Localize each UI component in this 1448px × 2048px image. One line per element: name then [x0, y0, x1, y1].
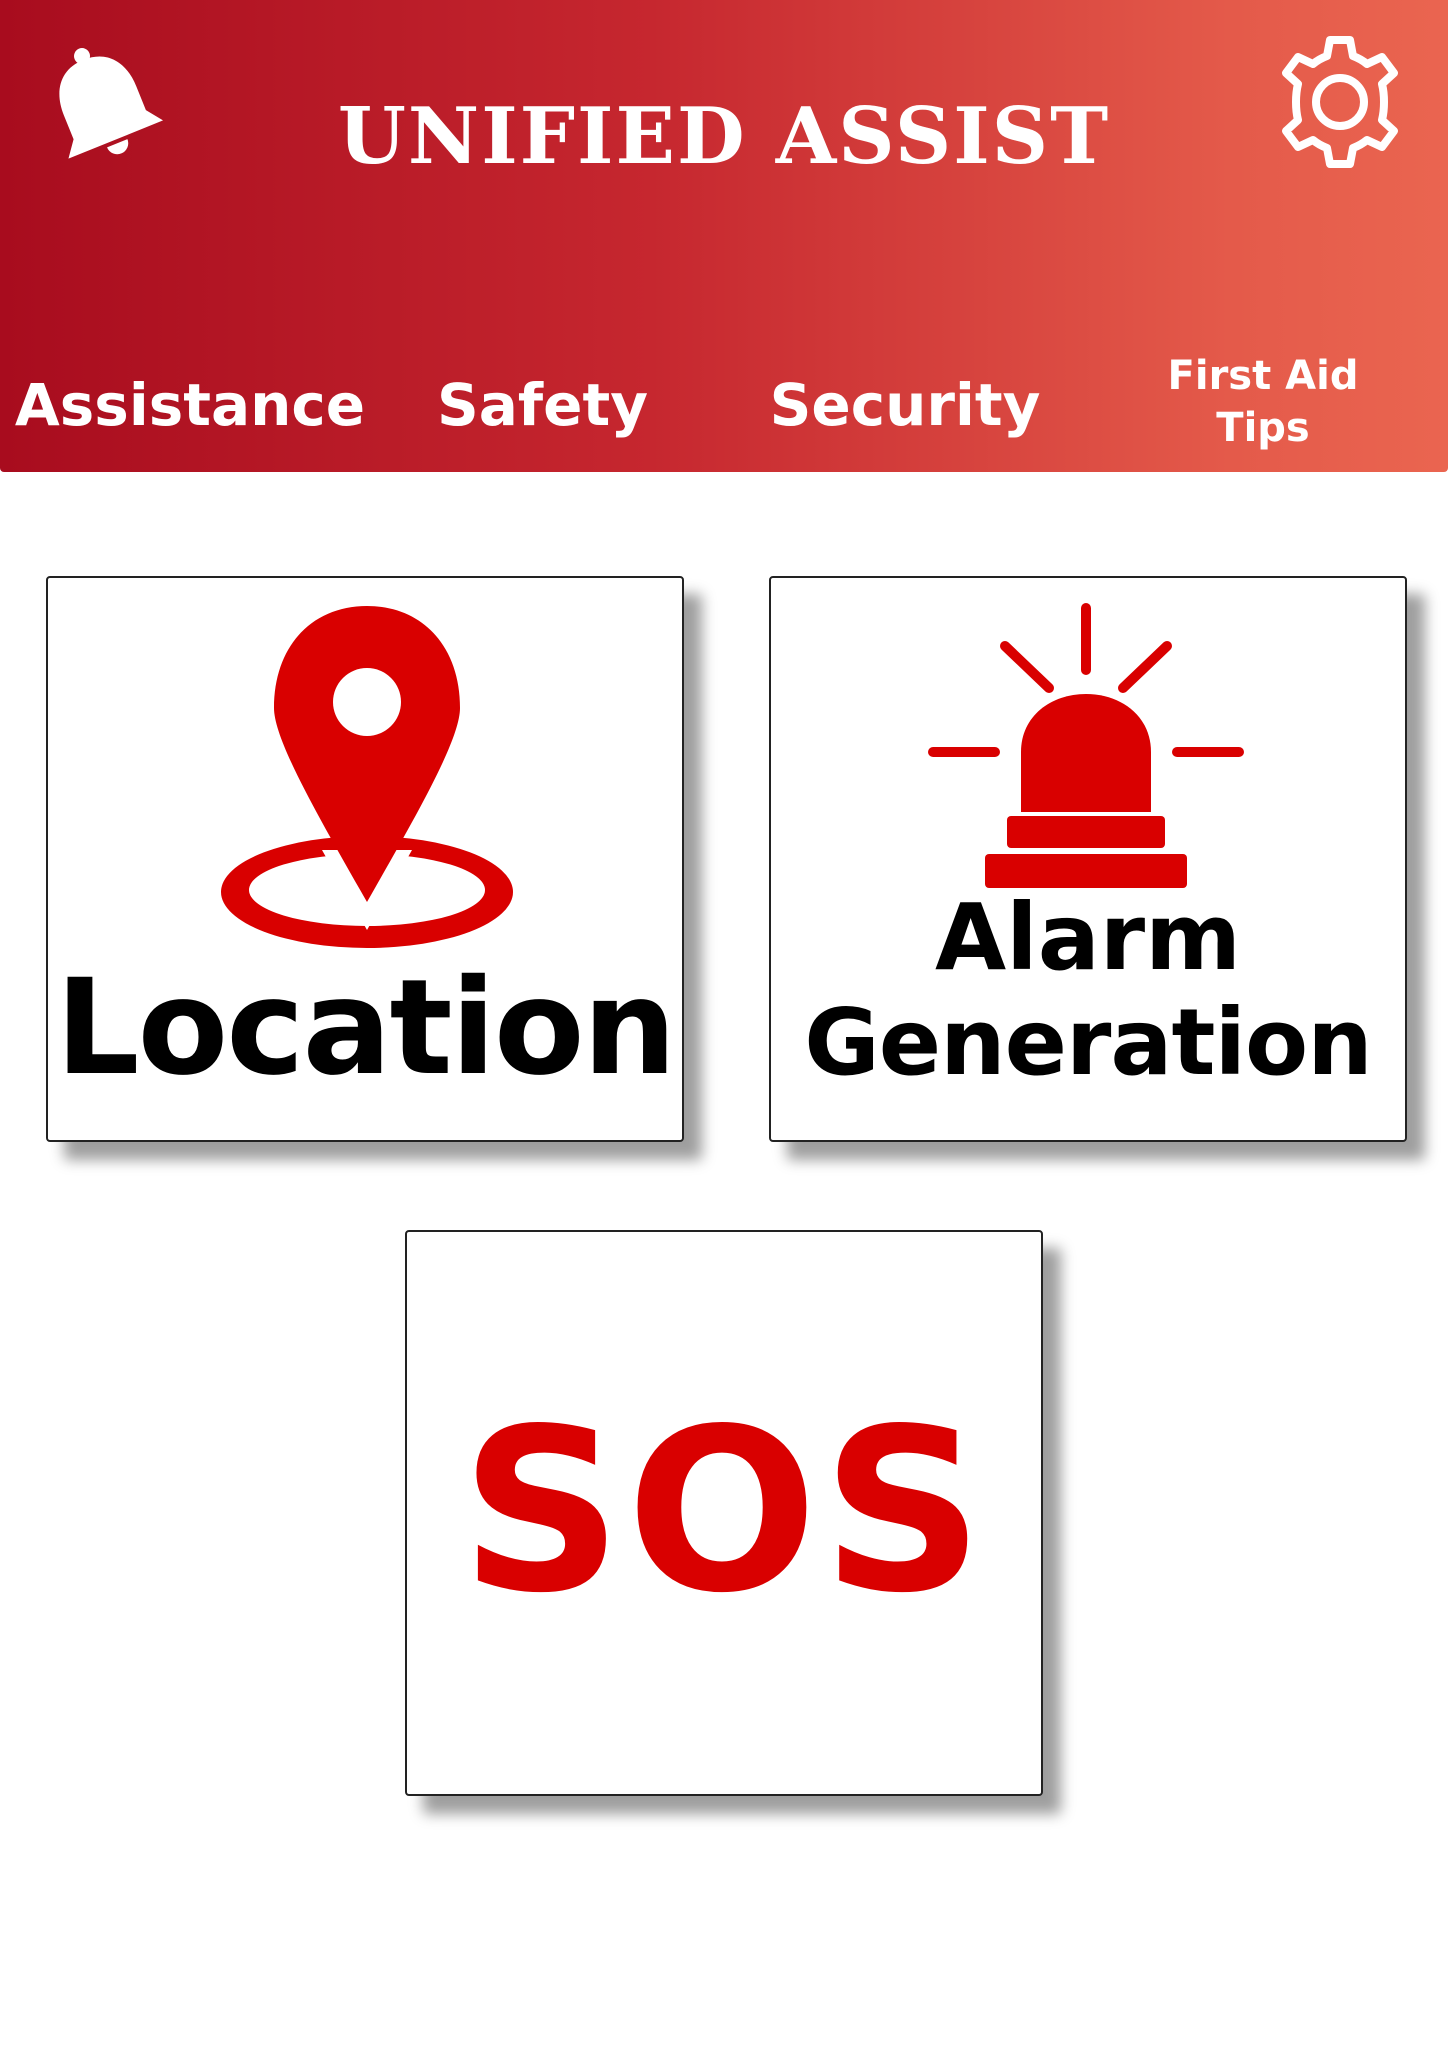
tab-first-aid-tips[interactable]: First Aid Tips — [1138, 350, 1388, 454]
app-title: UNIFIED ASSIST — [337, 91, 1111, 182]
app-header: UNIFIED ASSIST Assistance Safety Securit… — [0, 0, 1448, 472]
alarm-label-line1: Alarm — [934, 884, 1242, 991]
gear-icon[interactable] — [1268, 30, 1412, 174]
tab-safety[interactable]: Safety — [420, 370, 665, 440]
sos-label: SOS — [460, 1381, 988, 1643]
location-label: Location — [55, 951, 676, 1105]
bell-icon[interactable] — [38, 38, 168, 168]
tab-security[interactable]: Security — [755, 370, 1055, 440]
location-pin-icon — [221, 606, 513, 948]
alarm-label-line2: Generation — [804, 989, 1372, 1096]
siren-icon — [928, 603, 1244, 888]
app-screen: UNIFIED ASSIST Assistance Safety Securit… — [0, 0, 1448, 2048]
tab-assistance[interactable]: Assistance — [10, 370, 370, 440]
location-tile[interactable]: Location — [46, 576, 684, 1142]
alarm-generation-tile[interactable]: Alarm Generation — [769, 576, 1407, 1142]
sos-button[interactable]: SOS — [405, 1230, 1043, 1796]
